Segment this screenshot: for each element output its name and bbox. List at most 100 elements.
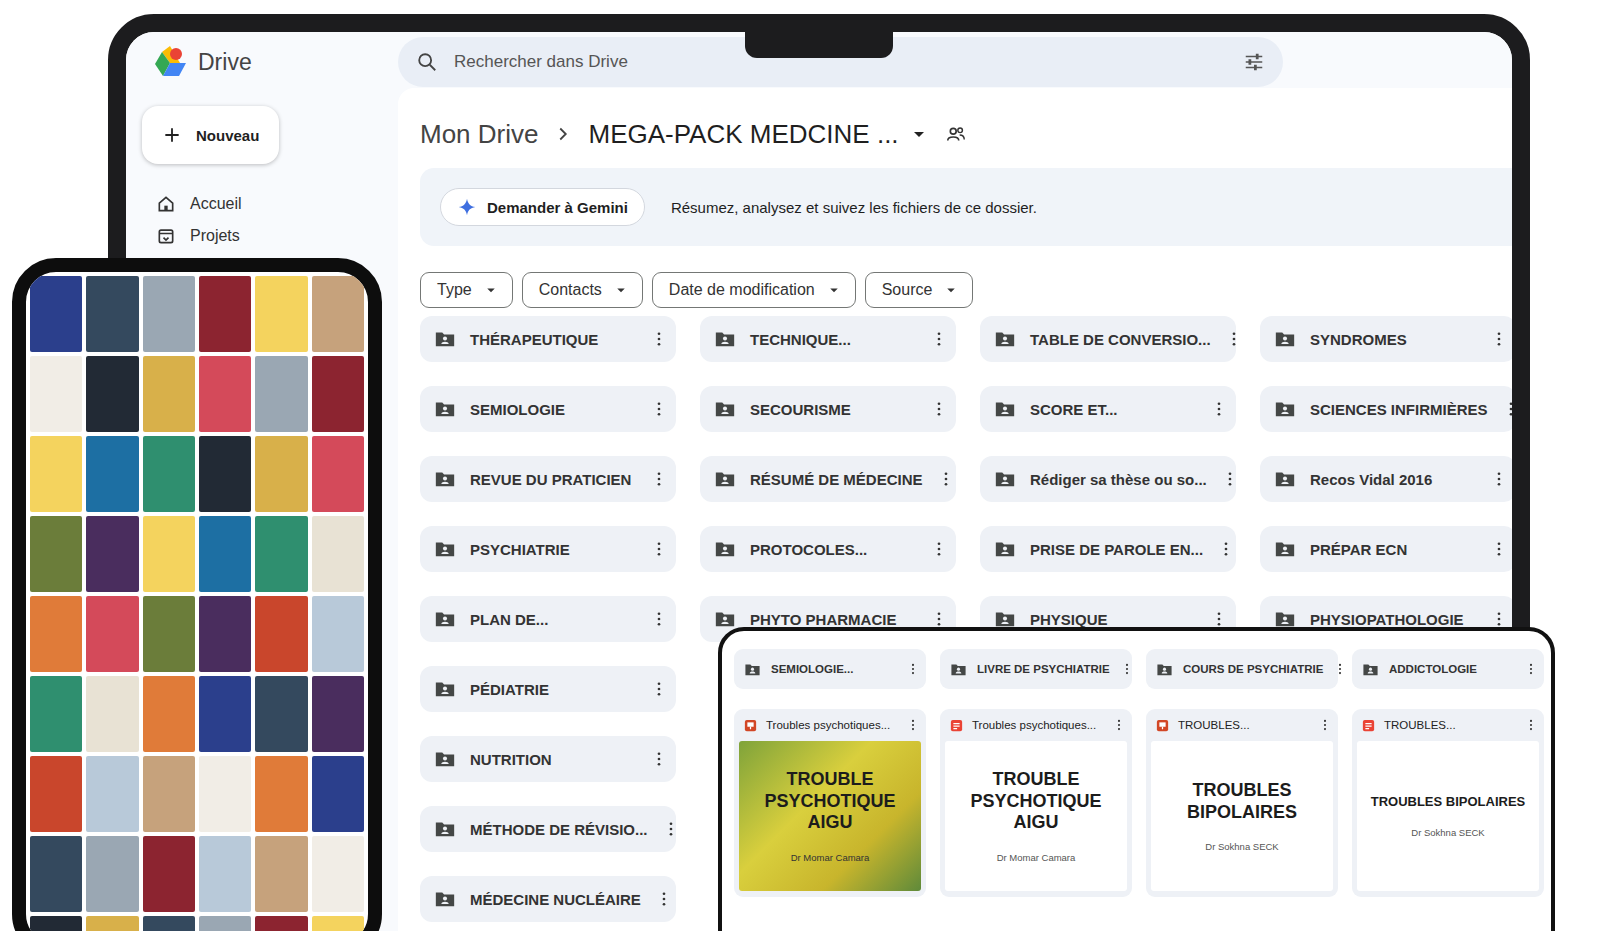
more-options-icon[interactable] — [650, 330, 668, 348]
more-options-icon[interactable] — [1318, 718, 1332, 732]
more-options-icon[interactable] — [930, 540, 948, 558]
dropdown-caret-icon — [612, 281, 630, 299]
more-options-icon[interactable] — [1120, 662, 1134, 676]
inset-file-row: Troubles psychotiques... TROUBLE PSYCHOTI… — [734, 709, 1539, 897]
folder-card[interactable]: PÉDIATRIE — [420, 666, 676, 712]
filter-chip[interactable]: Source — [865, 272, 974, 308]
book-cover — [255, 516, 307, 592]
more-options-icon[interactable] — [1333, 662, 1347, 676]
book-cover — [312, 836, 364, 912]
filter-chip[interactable]: Date de modification — [652, 272, 856, 308]
more-options-icon[interactable] — [1490, 330, 1508, 348]
more-options-icon[interactable] — [650, 750, 668, 768]
dropdown-caret-icon[interactable] — [907, 122, 931, 146]
book-cover — [86, 596, 138, 672]
book-cover — [255, 356, 307, 432]
folder-card[interactable]: RÉSUMÉ DE MÉDECINE — [700, 456, 956, 502]
folder-card[interactable]: PLAN DE... — [420, 596, 676, 642]
more-options-icon[interactable] — [1490, 470, 1508, 488]
more-options-icon[interactable] — [1221, 470, 1239, 488]
folder-card[interactable]: MÉDECINE NUCLÉAIRE — [420, 876, 676, 922]
folder-name: NUTRITION — [470, 751, 636, 768]
more-options-icon[interactable] — [930, 400, 948, 418]
more-options-icon[interactable] — [655, 890, 673, 908]
folder-name: PHYSIOPATHOLOGIE — [1310, 611, 1476, 628]
more-options-icon[interactable] — [650, 680, 668, 698]
more-options-icon[interactable] — [1210, 400, 1228, 418]
breadcrumb-item[interactable]: MEGA-PACK MEDCINE ... — [588, 119, 898, 150]
more-options-icon[interactable] — [930, 610, 948, 628]
folder-card[interactable]: SEMIOLOGIE — [420, 386, 676, 432]
folder-card[interactable]: SYNDROMES — [1260, 316, 1516, 362]
more-options-icon[interactable] — [650, 540, 668, 558]
more-options-icon[interactable] — [906, 662, 920, 676]
book-cover — [143, 836, 195, 912]
shared-people-icon[interactable] — [945, 123, 967, 145]
more-options-icon[interactable] — [662, 820, 680, 838]
more-options-icon[interactable] — [1225, 330, 1243, 348]
more-options-icon[interactable] — [1524, 662, 1538, 676]
breadcrumb-item[interactable]: Mon Drive — [420, 119, 538, 150]
slides-file-icon — [743, 718, 758, 733]
folder-card[interactable]: PROTOCOLES... — [700, 526, 956, 572]
thumbnail-title: TROUBLE PSYCHOTIQUE AIGU — [949, 769, 1123, 834]
ask-gemini-button[interactable]: Demander à Gemini — [440, 188, 645, 226]
folder-card[interactable]: ADDICTOLOGIE — [1352, 649, 1544, 689]
more-options-icon[interactable] — [1490, 610, 1508, 628]
file-header: Troubles psychotiques... — [945, 709, 1127, 741]
drive-logo[interactable]: Drive — [126, 42, 398, 82]
folder-card[interactable]: SEMIOLOGIE... — [734, 649, 926, 689]
file-card[interactable]: Troubles psychotiques...TROUBLE PSYCHOTI… — [734, 709, 926, 897]
more-options-icon[interactable] — [650, 400, 668, 418]
more-options-icon[interactable] — [1210, 610, 1228, 628]
folder-card[interactable]: MÉTHODE DE RÉVISIO... — [420, 806, 676, 852]
folder-card[interactable]: PRISE DE PAROLE EN... — [980, 526, 1236, 572]
folder-card[interactable]: COURS DE PSYCHIATRIE — [1146, 649, 1338, 689]
file-card[interactable]: TROUBLES...TROUBLES BIPOLAIRESDr Sokhna … — [1352, 709, 1544, 897]
filter-sliders-icon[interactable] — [1243, 51, 1265, 73]
more-options-icon[interactable] — [937, 470, 955, 488]
folder-card[interactable]: TECHNIQUE... — [700, 316, 956, 362]
folder-card[interactable]: SCORE ET... — [980, 386, 1236, 432]
folder-card[interactable]: SCIENCES INFIRMIÈRES — [1260, 386, 1516, 432]
file-header: Troubles psychotiques... — [739, 709, 921, 741]
more-options-icon[interactable] — [1502, 400, 1520, 418]
more-options-icon[interactable] — [1112, 718, 1126, 732]
folder-card[interactable]: Rédiger sa thèse ou so... — [980, 456, 1236, 502]
sidebar-item[interactable]: Projets — [142, 220, 398, 252]
book-cover — [312, 596, 364, 672]
more-options-icon[interactable] — [906, 718, 920, 732]
folder-card[interactable]: TABLE DE CONVERSIO... — [980, 316, 1236, 362]
folder-card[interactable]: REVUE DU PRATICIEN — [420, 456, 676, 502]
book-cover — [199, 436, 251, 512]
book-cover — [312, 756, 364, 832]
filter-chip[interactable]: Contacts — [522, 272, 643, 308]
more-options-icon[interactable] — [1490, 540, 1508, 558]
filter-chip[interactable]: Type — [420, 272, 513, 308]
more-options-icon[interactable] — [650, 470, 668, 488]
more-options-icon[interactable] — [1524, 718, 1538, 732]
inset-folder-row: SEMIOLOGIE... LIVRE DE PSYCHIATRIE COURS D… — [734, 649, 1539, 689]
folder-card[interactable]: PSYCHIATRIE — [420, 526, 676, 572]
new-button[interactable]: Nouveau — [142, 106, 279, 164]
sidebar-item[interactable]: Accueil — [142, 188, 398, 220]
tablet — [12, 258, 382, 931]
folder-card[interactable]: NUTRITION — [420, 736, 676, 782]
shared-folder-icon — [950, 661, 967, 678]
folder-card[interactable]: PRÉPAR ECN — [1260, 526, 1516, 572]
thumbnail-title: TROUBLES BIPOLAIRES — [1371, 794, 1526, 810]
more-options-icon[interactable] — [1217, 540, 1235, 558]
folder-name: REVUE DU PRATICIEN — [470, 471, 636, 488]
file-card[interactable]: Troubles psychotiques... TROUBLE PSYCHOTI… — [940, 709, 1132, 897]
gemini-banner: Demander à GeminiRésumez, analysez et su… — [420, 168, 1512, 246]
folder-card[interactable]: SECOURISME — [700, 386, 956, 432]
pdf-file-icon — [1361, 718, 1376, 733]
book-cover — [255, 676, 307, 752]
folder-card[interactable]: Recos Vidal 2016 — [1260, 456, 1516, 502]
folder-card[interactable]: THÉRAPEUTIQUE — [420, 316, 676, 362]
more-options-icon[interactable] — [650, 610, 668, 628]
folder-card[interactable]: LIVRE DE PSYCHIATRIE — [940, 649, 1132, 689]
slides-file-icon — [1155, 718, 1170, 733]
more-options-icon[interactable] — [930, 330, 948, 348]
file-card[interactable]: TROUBLES...TROUBLES BIPOLAIRESDr Sokhna … — [1146, 709, 1338, 897]
